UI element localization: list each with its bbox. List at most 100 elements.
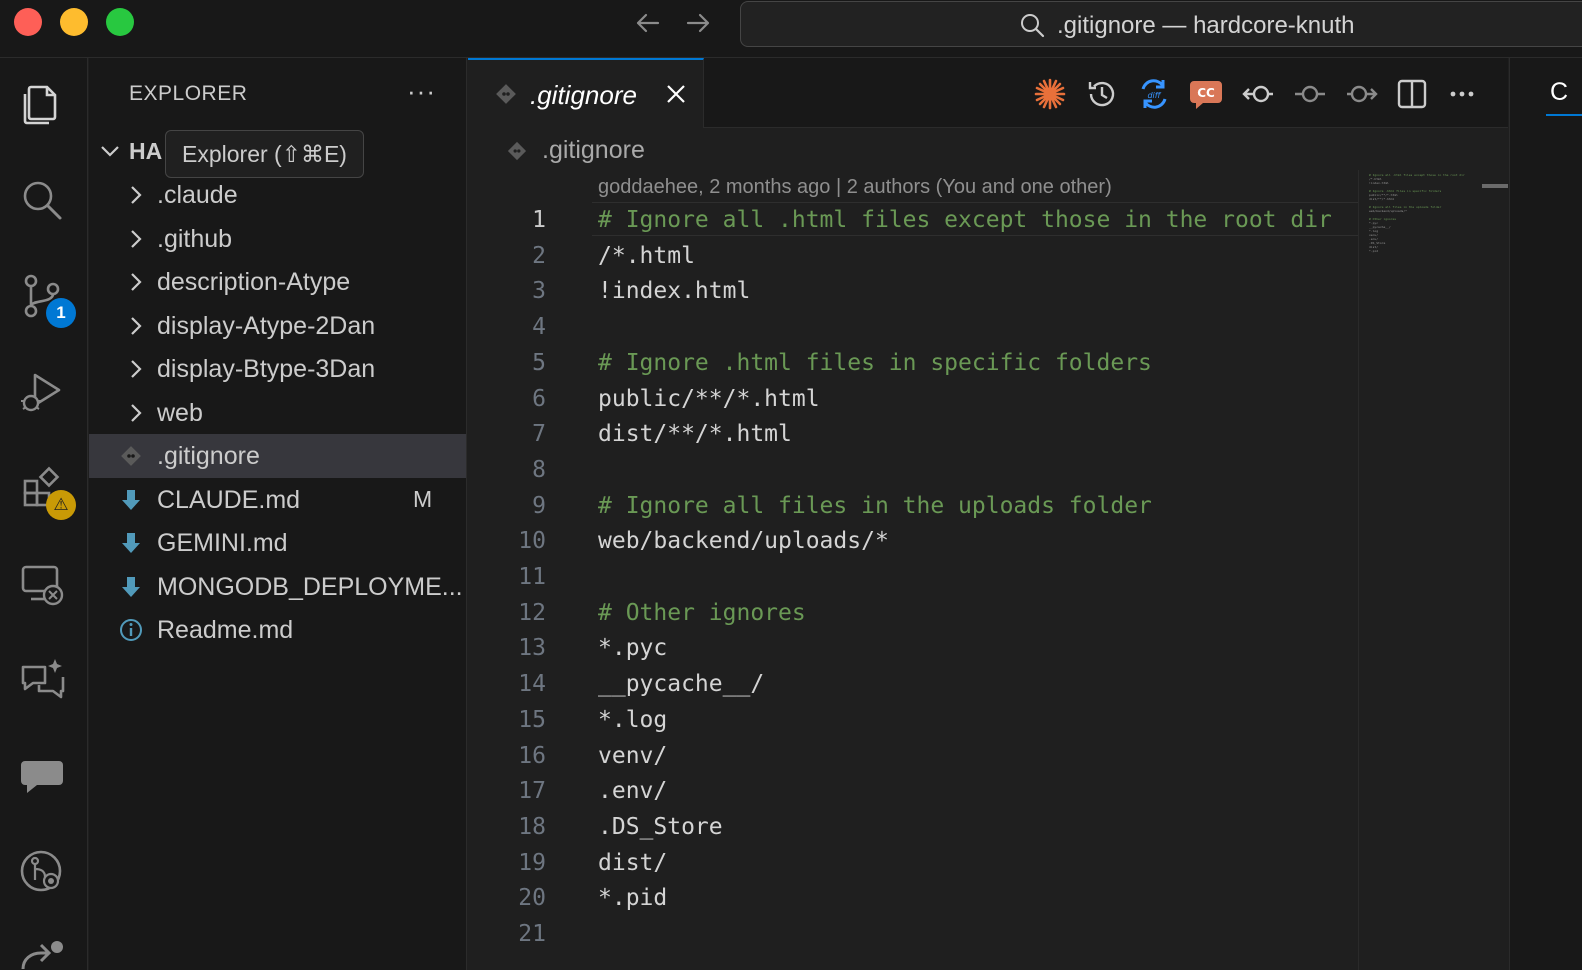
tree-item-github[interactable]: .github (89, 217, 466, 261)
close-icon[interactable] (664, 82, 688, 106)
line-number: 14 (518, 671, 546, 698)
tree-item-label: web (157, 399, 203, 427)
next-change-icon[interactable] (1342, 74, 1382, 114)
code-line: 7 dist/**/*.html (468, 416, 1358, 452)
window-title: .gitignore — hardcore-knuth (1057, 12, 1355, 39)
tree-item-gitignore[interactable]: .gitignore (89, 434, 466, 478)
markdown-download-icon (119, 531, 143, 555)
scrollbar-position-marker (1482, 184, 1508, 188)
code-line: 16 venv/ (468, 738, 1358, 774)
chevron-right-icon (125, 184, 147, 206)
back-arrow-icon[interactable] (630, 6, 666, 40)
tree-item-claude-md[interactable]: CLAUDE.md M (89, 478, 466, 522)
history-icon[interactable] (1082, 74, 1122, 114)
line-text: # Ignore all files in the uploads folder (598, 492, 1152, 519)
markdown-download-icon (119, 488, 143, 512)
tree-item-description-atype[interactable]: description-Atype (89, 260, 466, 304)
extensions-icon[interactable]: ⚠ (14, 460, 76, 520)
line-number: 19 (518, 849, 546, 876)
code-editor[interactable]: goddaehee, 2 months ago | 2 authors (You… (468, 128, 1358, 970)
code-line: 14 __pycache__/ (468, 666, 1358, 702)
tree-item-label: .gitignore (157, 442, 260, 470)
chevron-right-icon (125, 358, 147, 380)
tree-item-claude[interactable]: .claude (89, 173, 466, 217)
maximize-window-button[interactable] (106, 8, 134, 36)
explorer-tooltip: Explorer (⇧⌘E) (165, 130, 364, 178)
line-number: 16 (518, 742, 546, 769)
code-line: 17 .env/ (468, 773, 1358, 809)
search-icon[interactable] (14, 172, 70, 228)
markdown-download-icon (119, 575, 143, 599)
line-number: 3 (532, 278, 546, 305)
command-center-search[interactable]: .gitignore — hardcore-knuth (740, 1, 1582, 47)
code-line: 5 # Ignore .html files in specific folder… (468, 345, 1358, 381)
claude-starburst-icon[interactable] (1030, 74, 1070, 114)
search-icon (1019, 12, 1045, 38)
git-file-icon (506, 140, 528, 162)
code-line: 2 /*.html (468, 238, 1358, 274)
tree-item-label: GEMINI.md (157, 529, 288, 557)
line-text: # Other ignores (598, 599, 806, 626)
line-number: 13 (518, 635, 546, 662)
line-number: 2 (532, 242, 546, 269)
minimap[interactable]: # Ignore all .html files except those in… (1358, 170, 1482, 970)
line-text: venv/ (598, 742, 668, 769)
more-actions-icon[interactable]: ··· (407, 76, 436, 107)
line-text: *.log (598, 706, 668, 733)
comment-cc-icon[interactable]: CC (1186, 74, 1226, 114)
line-number: 15 (518, 706, 546, 733)
previous-change-icon[interactable] (1238, 74, 1278, 114)
remote-explorer-icon[interactable] (14, 556, 70, 612)
sidebar-title: EXPLORER (129, 82, 248, 105)
code-line: 10 web/backend/uploads/* (468, 523, 1358, 559)
secondary-panel-tab[interactable]: C (1550, 78, 1568, 107)
tree-item-label: .claude (157, 181, 238, 209)
close-window-button[interactable] (14, 8, 42, 36)
tree-item-label: display-Atype-2Dan (157, 312, 376, 340)
info-icon (119, 618, 143, 642)
git-status-modified: M (413, 486, 433, 512)
tree-item-mongodb-deployment[interactable]: MONGODB_DEPLOYME... (89, 565, 466, 609)
chat-sparkle-icon[interactable] (14, 652, 70, 708)
run-debug-icon[interactable] (14, 364, 70, 420)
line-number: 20 (518, 885, 546, 912)
line-text: *.pyc (598, 635, 668, 662)
more-actions-icon[interactable] (1442, 74, 1482, 114)
git-file-icon (119, 444, 143, 468)
line-text: !index.html (598, 278, 751, 305)
code-line: 20 *.pid (468, 880, 1358, 916)
tree-item-display-atype-2dan[interactable]: display-Atype-2Dan (89, 304, 466, 348)
compare-diff-icon[interactable]: diff (1134, 74, 1174, 114)
tab-gitignore[interactable]: .gitignore (468, 58, 704, 128)
split-editor-icon[interactable] (1392, 74, 1432, 114)
line-text: public/**/*.html (598, 385, 820, 412)
line-text: # Ignore all .html files except those in… (598, 207, 1332, 233)
line-number: 9 (532, 492, 546, 519)
git-graph-icon[interactable] (14, 844, 70, 900)
source-control-icon[interactable]: 1 (14, 268, 76, 328)
activity-bar: 1 ⚠ (0, 58, 88, 970)
chevron-right-icon (125, 315, 147, 337)
explorer-icon[interactable] (14, 76, 70, 132)
tree-item-gemini-md[interactable]: GEMINI.md (89, 521, 466, 565)
git-commit-icon[interactable] (1290, 74, 1330, 114)
line-text: # Ignore .html files in specific folders (598, 349, 1152, 376)
tree-item-web[interactable]: web (89, 391, 466, 435)
forward-arrow-icon[interactable] (680, 6, 716, 40)
chevron-right-icon (125, 228, 147, 250)
code-line: 12 # Other ignores (468, 595, 1358, 631)
tree-item-label: display-Btype-3Dan (157, 355, 376, 383)
vertical-scrollbar[interactable] (1482, 170, 1508, 970)
tree-item-label: description-Atype (157, 268, 351, 296)
tree-item-display-btype-3dan[interactable]: display-Btype-3Dan (89, 347, 466, 391)
source-control-badge: 1 (46, 298, 76, 328)
minimize-window-button[interactable] (60, 8, 88, 36)
code-line: 1 # Ignore all .html files except those i… (468, 202, 1358, 238)
title-bar: .gitignore — hardcore-knuth (0, 0, 1582, 58)
minimap-line: dist/**/*.html (1369, 197, 1395, 201)
tree-item-readme[interactable]: Readme.md (89, 608, 466, 652)
chat-bubble-icon[interactable] (14, 748, 70, 804)
diff-icon[interactable] (14, 926, 70, 970)
line-text: __pycache__/ (598, 671, 765, 698)
line-text: .DS_Store (598, 813, 723, 840)
